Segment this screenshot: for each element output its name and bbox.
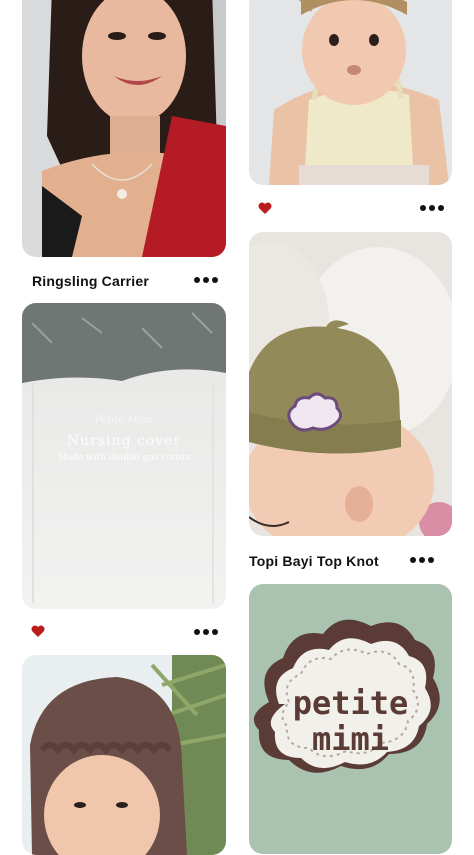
- heart-icon[interactable]: [258, 202, 272, 215]
- label-text-mimi: mimi: [311, 720, 390, 758]
- more-options-icon[interactable]: [194, 629, 218, 635]
- pin-caption[interactable]: Topi Bayi Top Knot: [249, 553, 379, 569]
- pin-caption[interactable]: Ringsling Carrier: [32, 273, 149, 289]
- pin-image-nursing-cover[interactable]: Petite Mimi Nursing cover Made with doub…: [22, 303, 226, 609]
- label-text-petite: petite: [292, 684, 409, 722]
- pin-image-woman[interactable]: [22, 0, 226, 257]
- pin-image-brand-label[interactable]: petite mimi: [249, 584, 452, 854]
- overlay-brand: Petite Mimi: [94, 415, 154, 426]
- overlay-title: Nursing cover: [66, 433, 182, 449]
- pin-image-baby-headband[interactable]: [249, 0, 452, 185]
- more-options-icon[interactable]: [410, 557, 434, 563]
- more-options-icon[interactable]: [194, 277, 218, 283]
- child-hijab-photo: [22, 655, 226, 855]
- heart-icon[interactable]: [31, 625, 45, 638]
- woman-photo: [22, 0, 226, 257]
- overlay-subtitle: Made with double gas cotton: [57, 453, 191, 463]
- more-options-icon[interactable]: [420, 205, 444, 211]
- baby-headband-photo: [249, 0, 452, 185]
- pin-image-child-hijab[interactable]: [22, 655, 226, 855]
- baby-beanie-photo: [249, 232, 452, 536]
- pin-image-baby-beanie[interactable]: [249, 232, 452, 536]
